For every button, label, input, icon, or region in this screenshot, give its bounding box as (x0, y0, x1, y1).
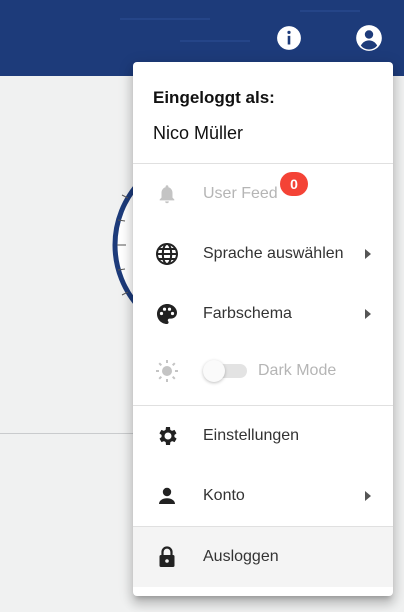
notification-badge: 0 (280, 172, 308, 196)
background-divider (0, 433, 140, 434)
menu-header: Eingeloggt als: Nico Müller (133, 62, 393, 163)
globe-icon (155, 242, 179, 266)
menu-item-label: Farbschema (203, 305, 292, 322)
menu-item-label: Ausloggen (203, 548, 279, 565)
sun-icon (155, 359, 179, 383)
user-menu: Eingeloggt als: Nico Müller User Feed 0 … (133, 62, 393, 596)
submenu-arrow-icon (365, 491, 371, 501)
account-circle-icon (356, 25, 382, 51)
submenu-arrow-icon (365, 249, 371, 259)
info-icon (277, 26, 301, 50)
submenu-arrow-icon (365, 309, 371, 319)
menu-item-color-scheme[interactable]: Farbschema (133, 284, 393, 344)
gear-icon (155, 424, 179, 448)
menu-item-label: Konto (203, 487, 245, 504)
menu-item-label: Sprache auswählen (203, 245, 344, 262)
menu-item-language[interactable]: Sprache auswählen (133, 224, 393, 284)
menu-item-label: Dark Mode (258, 362, 337, 379)
logged-in-as-label: Eingeloggt als: (153, 88, 275, 107)
menu-item-label: User Feed (203, 185, 278, 202)
info-button[interactable] (275, 24, 303, 52)
menu-item-dark-mode[interactable]: Dark Mode (133, 342, 393, 400)
menu-item-user-feed[interactable]: User Feed (133, 164, 393, 224)
menu-item-account[interactable]: Konto (133, 466, 393, 526)
user-name: Nico Müller (153, 123, 244, 143)
menu-item-label: Einstellungen (203, 427, 300, 444)
menu-item-settings[interactable]: Einstellungen (133, 406, 393, 466)
account-button[interactable] (355, 24, 383, 52)
palette-icon (155, 302, 179, 326)
lock-icon (155, 545, 179, 569)
bell-icon (155, 182, 179, 206)
person-icon (155, 484, 179, 508)
dark-mode-toggle[interactable] (203, 359, 248, 383)
menu-item-logout[interactable]: Ausloggen (133, 527, 393, 587)
